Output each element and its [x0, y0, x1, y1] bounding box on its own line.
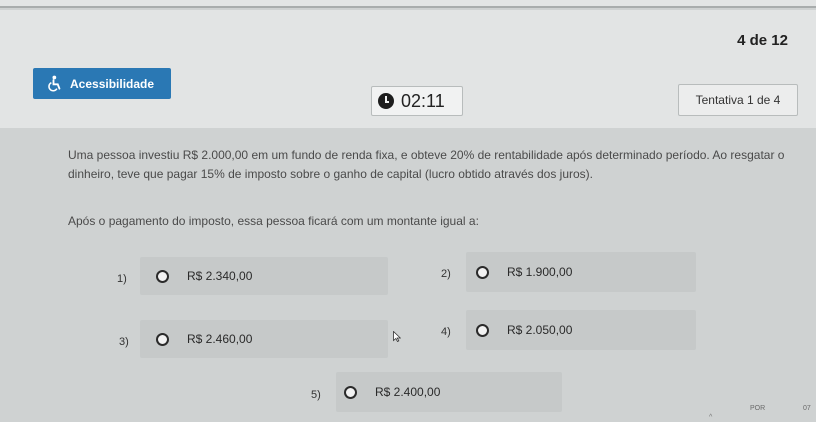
option-3-number: 3): [119, 336, 129, 348]
accessibility-icon: [48, 75, 61, 92]
taskbar-chevron-up-icon[interactable]: ^: [709, 414, 712, 421]
clock-icon: [378, 93, 394, 109]
option-5-text: R$ 2.400,00: [375, 385, 441, 399]
option-2[interactable]: R$ 1.900,00: [466, 252, 696, 292]
option-3[interactable]: R$ 2.460,00: [140, 320, 388, 358]
accessibility-button[interactable]: Acessibilidade: [33, 68, 171, 99]
top-border: [0, 0, 816, 8]
option-2-text: R$ 1.900,00: [507, 265, 573, 279]
option-4-number: 4): [441, 326, 451, 338]
option-1[interactable]: R$ 2.340,00: [140, 257, 388, 295]
question-prompt: Após o pagamento do imposto, essa pessoa…: [68, 214, 479, 228]
taskbar-clock[interactable]: 07: [803, 405, 811, 412]
option-4[interactable]: R$ 2.050,00: [466, 310, 696, 350]
mouse-cursor-icon: [393, 331, 401, 342]
timer-value: 02:11: [401, 90, 445, 111]
radio-option-1[interactable]: [156, 269, 169, 283]
radio-option-3[interactable]: [156, 332, 169, 346]
option-5[interactable]: R$ 2.400,00: [336, 372, 562, 412]
accessibility-label: Acessibilidade: [70, 76, 155, 91]
option-3-text: R$ 2.460,00: [187, 332, 253, 346]
timer: 02:11: [371, 86, 463, 116]
taskbar-language[interactable]: POR: [750, 405, 765, 412]
question-counter: 4 de 12: [737, 32, 788, 49]
option-1-text: R$ 2.340,00: [187, 269, 253, 283]
radio-option-5[interactable]: [344, 385, 357, 399]
attempt-label: Tentativa 1 de 4: [695, 93, 781, 107]
option-4-text: R$ 2.050,00: [507, 323, 573, 337]
question-text: Uma pessoa investiu R$ 2.000,00 em um fu…: [68, 148, 785, 181]
option-1-number: 1): [117, 273, 127, 285]
option-2-number: 2): [441, 268, 451, 280]
radio-option-2[interactable]: [476, 265, 489, 279]
radio-option-4[interactable]: [476, 323, 489, 337]
option-5-number: 5): [311, 389, 321, 401]
attempt-badge: Tentativa 1 de 4: [678, 84, 798, 116]
